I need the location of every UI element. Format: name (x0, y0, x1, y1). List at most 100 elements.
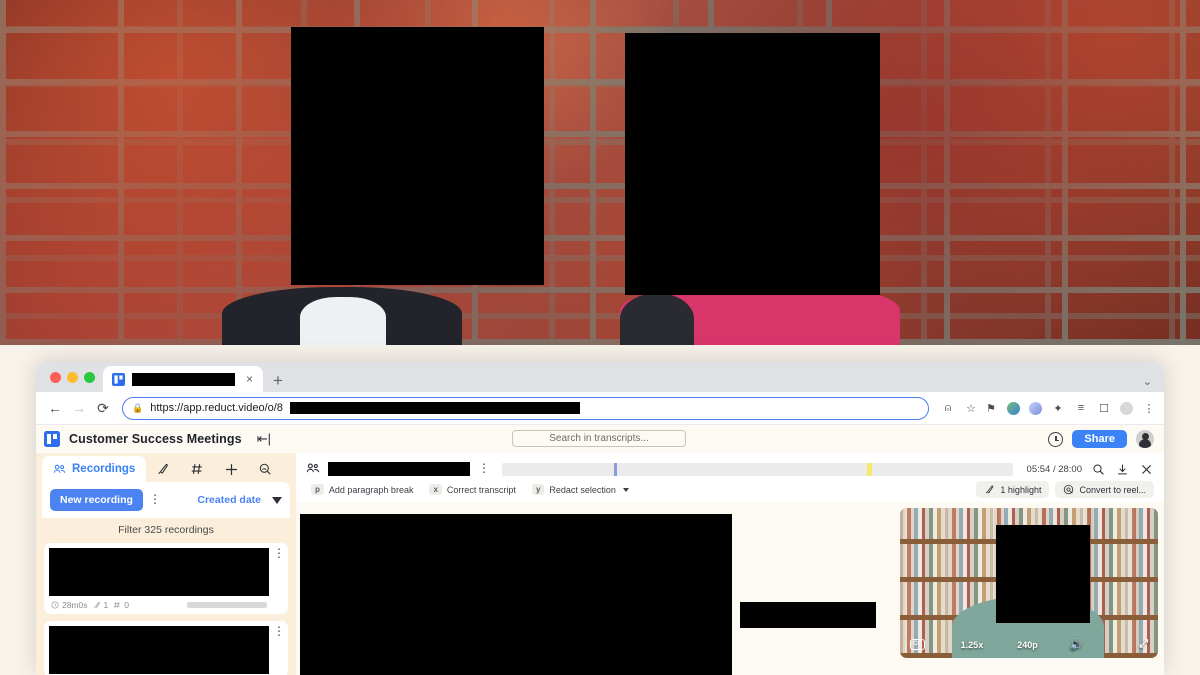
editor-toolbar-bottom: p Add paragraph break x Correct transcri… (306, 480, 1154, 502)
player-controls: CC 1.25x 240p 🔊 ⤢ (900, 638, 1158, 651)
extension-circle-icon[interactable] (1029, 401, 1042, 415)
hashtag-icon[interactable] (180, 456, 214, 482)
search-magnifier-icon[interactable] (1090, 461, 1106, 477)
share-button[interactable]: Share (1072, 430, 1127, 448)
forward-button[interactable]: → (68, 397, 90, 419)
editor-menu-icon[interactable]: ⋮ (478, 462, 490, 474)
search-magnifier-icon[interactable] (248, 456, 282, 482)
hero-video (0, 0, 1200, 345)
highlighter-pen-icon[interactable] (146, 456, 180, 482)
plus-icon[interactable] (214, 456, 248, 482)
redact-selection-action[interactable]: y Redact selection (527, 482, 634, 497)
sidebar-toolbar: New recording ⋮ Created date (42, 482, 290, 518)
transcript-redaction (300, 514, 732, 675)
window-controls[interactable] (46, 362, 103, 392)
extension-globe-icon[interactable] (1007, 401, 1020, 415)
side-note-redaction (740, 602, 876, 628)
puzzle-extension-icon[interactable]: ✦ (1051, 401, 1065, 415)
back-button[interactable]: ← (44, 397, 66, 419)
list-item-menu-icon[interactable]: ⋮ (273, 547, 285, 559)
close-tab-button[interactable]: × (246, 372, 253, 386)
list-item[interactable]: ⋮ (44, 621, 288, 675)
timeline-scrubber[interactable] (502, 462, 1013, 476)
add-paragraph-break-action[interactable]: p Add paragraph break (306, 482, 418, 497)
maximize-window-button[interactable] (84, 371, 95, 383)
search-input[interactable]: Search in transcripts... (512, 430, 686, 447)
kebab-menu-icon[interactable]: ⋮ (149, 493, 161, 505)
recording-progress-bar (187, 602, 267, 608)
highlight-marker[interactable] (867, 462, 873, 476)
recording-tags-value: 0 (124, 600, 129, 610)
action-label: Redact selection (549, 484, 616, 495)
url-text: https://app.reduct.video/o/8 (150, 402, 283, 414)
chevron-down-icon[interactable] (622, 487, 629, 492)
chrome-menu-icon[interactable]: ⋮ (1142, 401, 1156, 415)
people-group-icon[interactable] (306, 462, 320, 476)
close-icon[interactable] (1138, 461, 1154, 477)
transcript-side-column (736, 505, 896, 675)
fullscreen-icon[interactable]: ⤢ (1139, 638, 1148, 651)
new-tab-button[interactable]: + (263, 372, 293, 392)
transcript-column[interactable] (296, 505, 736, 675)
bookmark-star-icon[interactable]: ☆ (964, 401, 978, 415)
profile-avatar-icon[interactable] (1120, 401, 1133, 415)
highlights-button[interactable]: 1 highlight (976, 481, 1050, 498)
download-icon[interactable] (1114, 461, 1130, 477)
browser-toolbar: ← → ⟳ 🔒 https://app.reduct.video/o/8 ⍝ ☆… (36, 392, 1164, 425)
side-panel-icon[interactable]: ☐ (1097, 401, 1111, 415)
highlighter-pen-icon (986, 485, 994, 494)
avatar[interactable] (1136, 430, 1154, 448)
clock-icon[interactable] (1048, 431, 1064, 447)
convert-to-reel-button[interactable]: Convert to reel... (1055, 481, 1154, 498)
recording-duration: 28m0s (51, 600, 88, 610)
video-preview-pane: CC 1.25x 240p 🔊 ⤢ (896, 505, 1164, 675)
address-bar[interactable]: 🔒 https://app.reduct.video/o/8 (122, 396, 929, 420)
list-item[interactable]: 28m0s 1 0 ⋮ (44, 543, 288, 614)
editor-toolbar: ⋮ 05:54 / 28:00 p Add paragraph break x … (296, 453, 1164, 502)
timecode: 05:54 / 28:00 (1026, 463, 1082, 475)
bookmark-flag-icon[interactable]: ⚑ (984, 401, 998, 415)
quality-button[interactable]: 240p (1017, 640, 1038, 650)
highlights-label: 1 highlight (1000, 484, 1042, 495)
recording-highlights: 1 (93, 600, 108, 610)
cc-icon[interactable]: CC (910, 639, 925, 650)
app-header-actions: Share (1048, 430, 1154, 448)
hero-person-left-shirt (300, 297, 386, 345)
sort-descending-icon[interactable] (272, 496, 282, 504)
share-icon[interactable]: ⍝ (941, 401, 955, 415)
correct-transcript-action[interactable]: x Correct transcript (424, 482, 520, 497)
lock-icon: 🔒 (132, 402, 144, 413)
close-window-button[interactable] (50, 371, 61, 383)
page-title: Customer Success Meetings (69, 432, 242, 446)
browser-tab[interactable]: × (103, 366, 263, 392)
shortcut-key: y (531, 484, 545, 495)
hashtag-icon (114, 602, 121, 608)
tabstrip-overflow-icon[interactable]: ⌄ (1143, 375, 1164, 392)
sidebar-item-recordings[interactable]: Recordings (42, 456, 147, 482)
minimize-window-button[interactable] (67, 371, 78, 383)
recording-thumbnail-redaction (49, 626, 269, 674)
browser-window: × + ⌄ ← → ⟳ 🔒 https://app.reduct.video/o… (36, 362, 1164, 675)
filter-recordings-input[interactable]: Filter 325 recordings (36, 518, 296, 543)
recording-thumbnail-redaction (49, 548, 269, 596)
url-redaction (289, 402, 580, 414)
brick-wall-texture (0, 0, 1200, 345)
sort-by-label[interactable]: Created date (197, 494, 261, 506)
shortcut-key: x (429, 484, 442, 495)
reading-list-icon[interactable]: ≡ (1074, 401, 1088, 415)
omnibox-actions: ⍝ ☆ (937, 401, 978, 415)
recording-metadata: 28m0s 1 0 (49, 596, 269, 610)
reload-button[interactable]: ⟳ (92, 397, 114, 419)
people-group-icon (53, 464, 66, 473)
sidebar-tabs: Recordings (36, 453, 296, 482)
video-player[interactable]: CC 1.25x 240p 🔊 ⤢ (900, 508, 1158, 658)
volume-icon[interactable]: 🔊 (1070, 638, 1084, 651)
collapse-sidebar-icon[interactable]: ⇤| (257, 431, 271, 447)
playback-speed-button[interactable]: 1.25x (961, 640, 984, 650)
new-recording-button[interactable]: New recording (50, 489, 143, 511)
convert-to-reel-label: Convert to reel... (1079, 484, 1146, 495)
recording-tags: 0 (113, 600, 129, 610)
hero-person-right-jacket (620, 293, 694, 345)
list-item-menu-icon[interactable]: ⋮ (273, 625, 285, 637)
playhead-marker[interactable] (614, 462, 617, 476)
